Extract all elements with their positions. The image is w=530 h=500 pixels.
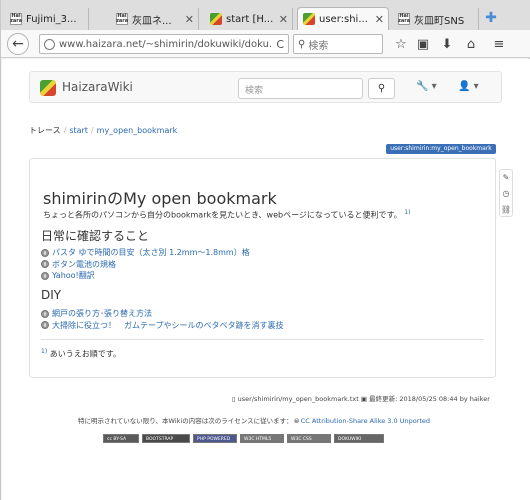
external-link[interactable]: ボタン電池の規格 (52, 259, 116, 271)
page-title: shimirinのMy open bookmark (43, 189, 277, 208)
article-content: shimirinのMy open bookmark ちょっと各所のパソコンから自… (29, 158, 496, 378)
doc-file: user/shimirin/my_open_bookmark.txt (237, 395, 359, 403)
globe-icon (41, 321, 49, 330)
back-button[interactable]: ← (7, 33, 29, 55)
external-link[interactable]: Yahoo!翻訳 (52, 270, 95, 282)
search-placeholder: 検索 (308, 40, 329, 52)
breadcrumb-label: トレース (29, 126, 61, 135)
breadcrumb: トレース / start / my_open_bookmark (29, 126, 178, 135)
tab-title: user:shi... (319, 13, 368, 25)
site-title[interactable]: HaizaraWiki (62, 80, 133, 94)
new-tab-button[interactable]: ✚ (483, 10, 499, 26)
reload-icon[interactable]: C (276, 38, 284, 51)
download-icon[interactable]: ⬇ (439, 37, 455, 53)
footnote-ref[interactable]: 1) (404, 209, 410, 216)
tab-user-shimirin[interactable]: user:shi... ✕ (297, 7, 389, 30)
file-icon: ▯ (232, 395, 236, 403)
cc-badge[interactable]: cc BY-SA (103, 434, 139, 443)
close-icon[interactable]: ✕ (185, 13, 194, 26)
edit-icon[interactable]: ✎ (500, 170, 512, 186)
doc-info: ▯ user/shimirin/my_open_bookmark.txt ▣ 最… (232, 393, 490, 403)
cc-icon: 🅭 (294, 417, 299, 425)
dokuwiki-favicon-icon (210, 13, 222, 25)
globe-icon (44, 38, 55, 50)
navigation-bar: ← www.haizara.net/~shimirin/dokuwiki/dok… (1, 30, 530, 58)
tab-title: 灰皿ネ... (132, 15, 172, 27)
html5-badge[interactable]: W3C HTML5 (240, 434, 284, 443)
page-id-badge[interactable]: user:shimirin:my_open_bookmark (386, 144, 496, 154)
dokuwiki-favicon-icon (303, 13, 315, 25)
tab-haizara-net[interactable]: Hai zara 灰皿ネ... ✕ (111, 8, 199, 30)
page-tools: ✎ ◷ ⛓ (499, 169, 513, 217)
external-link[interactable]: 大掃除に役立つ！ ガムテープやシールのベタベタ跡を消す裏技 (52, 320, 284, 332)
home-icon[interactable]: ⌂ (463, 37, 479, 53)
menu-icon[interactable]: ≡ (491, 37, 507, 53)
user-menu-button[interactable]: 👤 ▾ (458, 81, 479, 92)
list-item[interactable]: 網戸の張り方･張り替え方法 (41, 308, 284, 320)
section-heading: 日常に確認すること (41, 229, 150, 243)
globe-icon (41, 271, 49, 280)
search-icon: ⚲ (298, 38, 306, 50)
intro-body: ちょっと各所のパソコンから自分のbookmarkを見たいとき、webページになっ… (43, 210, 402, 220)
css-badge[interactable]: W3C CSS (287, 434, 331, 443)
site-search-input[interactable]: 検索 (238, 78, 363, 99)
footnote: 1) あいうえお順です。 (41, 348, 121, 360)
dokuwiki-logo-icon[interactable] (40, 80, 56, 96)
tab-title: Fujimi_3... (26, 13, 77, 25)
url-bar[interactable]: www.haizara.net/~shimirin/dokuwiki/doku.… (39, 34, 289, 54)
footnote-mark[interactable]: 1) (41, 348, 47, 355)
list-item[interactable]: ボタン電池の規格 (41, 259, 250, 271)
clock-icon: ▣ (360, 395, 368, 403)
modified-by: by haiker (459, 395, 490, 403)
site-header: HaizaraWiki 検索 ⚲ 🔧 ▾ 👤 ▾ (29, 71, 502, 103)
globe-icon (41, 260, 49, 269)
hatena-favicon-icon: Hai zara (9, 13, 23, 25)
clipboard-icon[interactable]: ▣ (415, 37, 431, 53)
browser-window: Hai zara Fujimi_3... Hai zara 灰皿ネ... ✕ sta… (0, 0, 530, 500)
link-list: パスタ ゆで時間の目安（太さ別 1.2mm〜1.8mm）格 ボタン電池の規格 Y… (41, 247, 250, 282)
tab-title: start [H... (226, 13, 274, 25)
intro-text: ちょっと各所のパソコンから自分のbookmarkを見たいとき、webページになっ… (43, 209, 410, 221)
globe-icon (41, 309, 49, 318)
php-badge[interactable]: PHP POWERED (193, 434, 237, 443)
footnote-divider (41, 339, 484, 340)
browser-search-input[interactable]: ⚲ 検索 (293, 34, 383, 54)
modified-date: 2018/05/25 08:44 (399, 395, 458, 403)
breadcrumb-item-current[interactable]: my_open_bookmark (97, 126, 178, 135)
link-list: 網戸の張り方･張り替え方法 大掃除に役立つ！ ガムテープやシールのベタベタ跡を消… (41, 308, 284, 331)
list-item[interactable]: Yahoo!翻訳 (41, 270, 250, 282)
close-icon[interactable]: ✕ (279, 13, 288, 26)
close-icon[interactable]: ✕ (375, 13, 384, 26)
tab-haizara-sns[interactable]: Hai zara 灰皿町SNS (393, 8, 479, 30)
globe-icon (41, 248, 49, 257)
footnote-text: あいうえお順です。 (49, 349, 121, 359)
footer-badges: cc BY-SA BOOTSTRAP PHP POWERED W3C HTML5… (103, 434, 384, 443)
list-item[interactable]: 大掃除に役立つ！ ガムテープやシールのベタベタ跡を消す裏技 (41, 320, 284, 332)
dokuwiki-badge[interactable]: DOKUWIKI (334, 434, 384, 443)
history-icon[interactable]: ◷ (500, 186, 512, 202)
hatena-favicon-icon: Hai zara (115, 13, 129, 25)
external-link[interactable]: パスタ ゆで時間の目安（太さ別 1.2mm〜1.8mm）格 (52, 247, 250, 259)
tab-title: 灰皿町SNS (414, 15, 465, 27)
external-link[interactable]: 網戸の張り方･張り替え方法 (52, 308, 152, 320)
license-text: 特に明示されていない限り、本Wikiの内容は次のライセンスに従います： 🅭 CC… (78, 415, 430, 425)
tab-bar: Hai zara Fujimi_3... Hai zara 灰皿ネ... ✕ sta… (1, 0, 530, 30)
license-link[interactable]: CC Attribution-Share Alike 3.0 Unported (301, 417, 430, 425)
modified-label: 最終更新: (369, 395, 398, 403)
section-heading: DIY (41, 288, 62, 302)
tab-start[interactable]: start [H... ✕ (205, 8, 293, 30)
site-search-button[interactable]: ⚲ (368, 78, 395, 99)
breadcrumb-item-start[interactable]: start (69, 126, 88, 135)
tab-fujimi[interactable]: Hai zara Fujimi_3... (5, 8, 89, 30)
star-icon[interactable]: ☆ (393, 37, 409, 53)
backlinks-icon[interactable]: ⛓ (500, 202, 512, 218)
list-item[interactable]: パスタ ゆで時間の目安（太さ別 1.2mm〜1.8mm）格 (41, 247, 250, 259)
url-text: www.haizara.net/~shimirin/dokuwiki/doku.… (59, 38, 273, 50)
bootstrap-badge[interactable]: BOOTSTRAP (142, 434, 190, 443)
license-statement: 特に明示されていない限り、本Wikiの内容は次のライセンスに従います： (78, 417, 293, 425)
web-page: HaizaraWiki 検索 ⚲ 🔧 ▾ 👤 ▾ トレース / start / my_o… (2, 59, 530, 500)
tools-menu-button[interactable]: 🔧 ▾ (416, 81, 437, 92)
hatena-favicon-icon: Hai zara (397, 13, 411, 25)
